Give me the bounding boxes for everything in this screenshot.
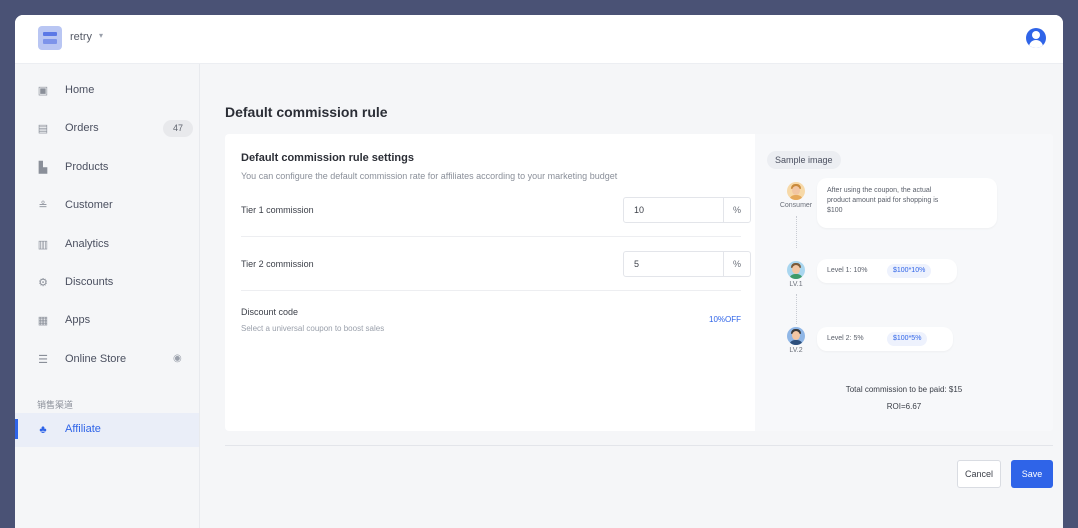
sidebar-item-online-store[interactable]: ☰ Online Store ◉ [15, 343, 199, 377]
sidebar-item-label: Analytics [65, 238, 110, 250]
store-icon[interactable] [38, 26, 62, 50]
lv1-text: Level 1: 10% [827, 267, 868, 274]
sidebar-item-label: Discounts [65, 276, 114, 288]
discount-code-description: Select a universal coupon to boost sales [241, 324, 385, 333]
tier1-label: Tier 1 commission [241, 205, 314, 215]
sidebar-item-products[interactable]: ▙ Products [15, 151, 199, 185]
analytics-icon: ▥ [37, 239, 49, 251]
lv2-avatar [787, 327, 805, 345]
user-avatar-icon[interactable] [1026, 28, 1046, 48]
sidebar-item-label: Online Store [65, 353, 127, 365]
apps-icon: ▦ [37, 315, 49, 327]
consumer-avatar [787, 182, 805, 200]
tier2-commission-input[interactable]: 5 % [623, 251, 751, 277]
lv1-avatar [787, 261, 805, 279]
sidebar-item-apps[interactable]: ▦ Apps [15, 304, 199, 338]
discounts-icon: ⚙ [38, 277, 48, 289]
sample-panel: Sample image Consumer After using the co… [755, 134, 1053, 431]
tier1-commission-input[interactable]: 10 % [623, 197, 751, 223]
consumer-text-line3: $100 [827, 207, 843, 214]
discount-code-title: Discount code [241, 307, 299, 317]
sidebar-item-analytics[interactable]: ▥ Analytics [15, 228, 199, 262]
lv2-text: Level 2: 5% [827, 335, 864, 342]
connector-line [796, 216, 798, 248]
percent-suffix: % [723, 198, 750, 222]
tier1-value: 10 [634, 205, 645, 215]
consumer-text-line1: After using the coupon, the actual [827, 187, 932, 194]
affiliate-icon: ♣ [39, 424, 47, 436]
consumer-bubble: After using the coupon, the actual produ… [817, 178, 997, 228]
divider [241, 236, 741, 237]
sidebar-item-label: Home [65, 84, 95, 96]
consumer-label: Consumer [779, 202, 813, 209]
app-window: retry ▾ ▣ Home ▤ Orders 47 ▙ Products ≗ … [15, 15, 1063, 528]
discount-code-link[interactable]: 10%OFF [709, 315, 741, 324]
lv2-label: LV.2 [789, 347, 803, 354]
sidebar: ▣ Home ▤ Orders 47 ▙ Products ≗ Customer… [15, 64, 200, 528]
customer-icon: ≗ [38, 200, 48, 212]
divider [241, 290, 741, 291]
consumer-text-line2: product amount paid for shopping is [827, 197, 939, 204]
sidebar-item-label: Orders [65, 122, 99, 134]
lv2-calc-badge: $100*5% [887, 332, 928, 346]
lv1-calc-badge: $100*10% [887, 264, 932, 278]
connector-line [796, 294, 798, 324]
eye-icon[interactable]: ◉ [173, 353, 182, 364]
sidebar-item-label: Apps [65, 314, 91, 326]
lv2-bubble: Level 2: 5% $100*5% [817, 327, 953, 351]
sidebar-item-orders[interactable]: ▤ Orders 47 [15, 112, 199, 146]
sidebar-item-home[interactable]: ▣ Home [15, 74, 199, 108]
commission-settings: Default commission rule settings You can… [225, 134, 755, 431]
sidebar-item-discounts[interactable]: ⚙ Discounts [15, 266, 199, 300]
roi-value: ROI=6.67 [886, 402, 922, 411]
page-title: Default commission rule [225, 104, 388, 120]
store-switcher[interactable]: retry [70, 31, 92, 43]
cancel-button[interactable]: Cancel [957, 460, 1001, 488]
chevron-down-icon[interactable]: ▾ [99, 31, 103, 40]
total-commission: Total commission to be paid: $15 [845, 385, 963, 394]
orders-icon: ▤ [37, 123, 49, 135]
save-button[interactable]: Save [1011, 460, 1053, 488]
top-bar: retry ▾ [15, 15, 1063, 64]
commission-card: Default commission rule settings You can… [225, 134, 1053, 431]
percent-suffix: % [723, 252, 750, 276]
sidebar-item-label: Products [65, 161, 109, 173]
tier2-label: Tier 2 commission [241, 259, 314, 269]
lv1-bubble: Level 1: 10% $100*10% [817, 259, 957, 283]
products-icon: ▙ [38, 162, 48, 174]
footer-divider [225, 445, 1053, 446]
tier2-value: 5 [634, 259, 640, 269]
home-icon: ▣ [37, 85, 49, 97]
settings-title: Default commission rule settings [241, 152, 414, 164]
sidebar-item-label: Affiliate [65, 423, 101, 435]
sidebar-item-label: Customer [65, 199, 113, 211]
lv1-label: LV.1 [789, 281, 803, 288]
sidebar-item-affiliate[interactable]: ♣ Affiliate [15, 413, 199, 447]
online-store-icon: ☰ [38, 354, 48, 366]
settings-description: You can configure the default commission… [241, 171, 618, 181]
sample-image-tag: Sample image [767, 151, 841, 169]
sales-channel-heading: 销售渠道 [37, 400, 74, 410]
sidebar-item-customer[interactable]: ≗ Customer [15, 189, 199, 223]
orders-count-badge: 47 [163, 120, 193, 137]
